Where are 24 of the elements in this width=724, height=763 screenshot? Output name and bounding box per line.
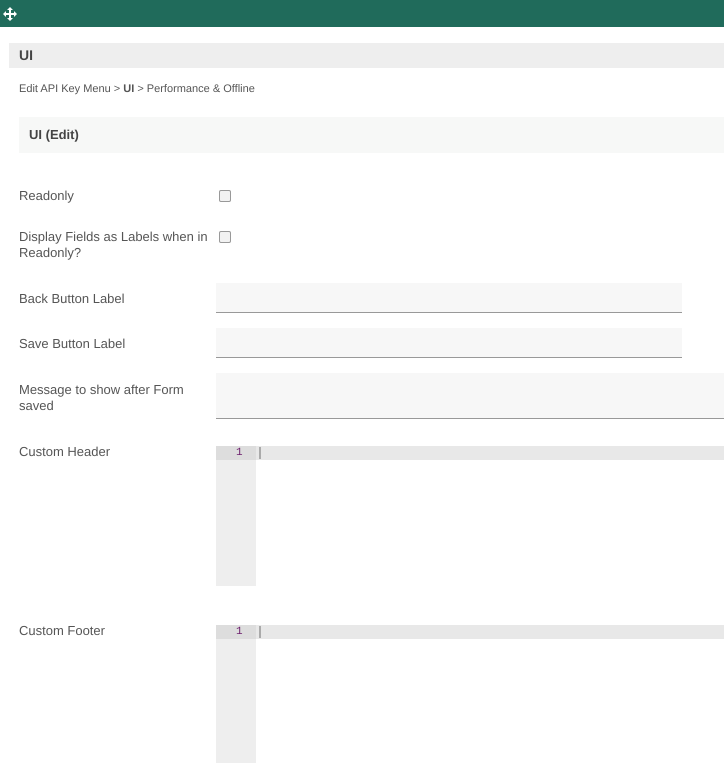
checkbox[interactable] — [219, 231, 231, 243]
field-label: Message to show after Form saved — [18, 382, 185, 415]
field-label: Custom Footer — [18, 623, 106, 639]
input-field[interactable] — [216, 373, 724, 419]
field-label: Back Button Label — [18, 291, 126, 308]
field-label: Display Fields as Labels when in Readonly? — [18, 229, 209, 261]
text-cursor — [259, 447, 261, 459]
line-number: 1 — [236, 446, 243, 460]
active-line-gutter — [216, 625, 256, 639]
panel-title: UI — [19, 46, 33, 65]
field-label: Custom Header — [18, 444, 112, 460]
field-label: Save Button Label — [18, 336, 126, 353]
move-icon[interactable] — [3, 6, 17, 20]
code-editor[interactable]: 1 — [216, 446, 724, 586]
line-number: 1 — [236, 625, 243, 639]
input-field[interactable] — [216, 283, 682, 313]
field-label: Readonly — [18, 188, 75, 204]
breadcrumb: Edit API Key Menu > UI > Performance & Offline — [19, 83, 255, 95]
active-line-gutter — [216, 446, 256, 460]
text-cursor — [259, 626, 261, 638]
section-title: UI (Edit) — [29, 126, 79, 144]
checkbox[interactable] — [219, 190, 231, 202]
code-editor[interactable]: 1 — [216, 625, 724, 763]
input-field[interactable] — [216, 328, 682, 358]
